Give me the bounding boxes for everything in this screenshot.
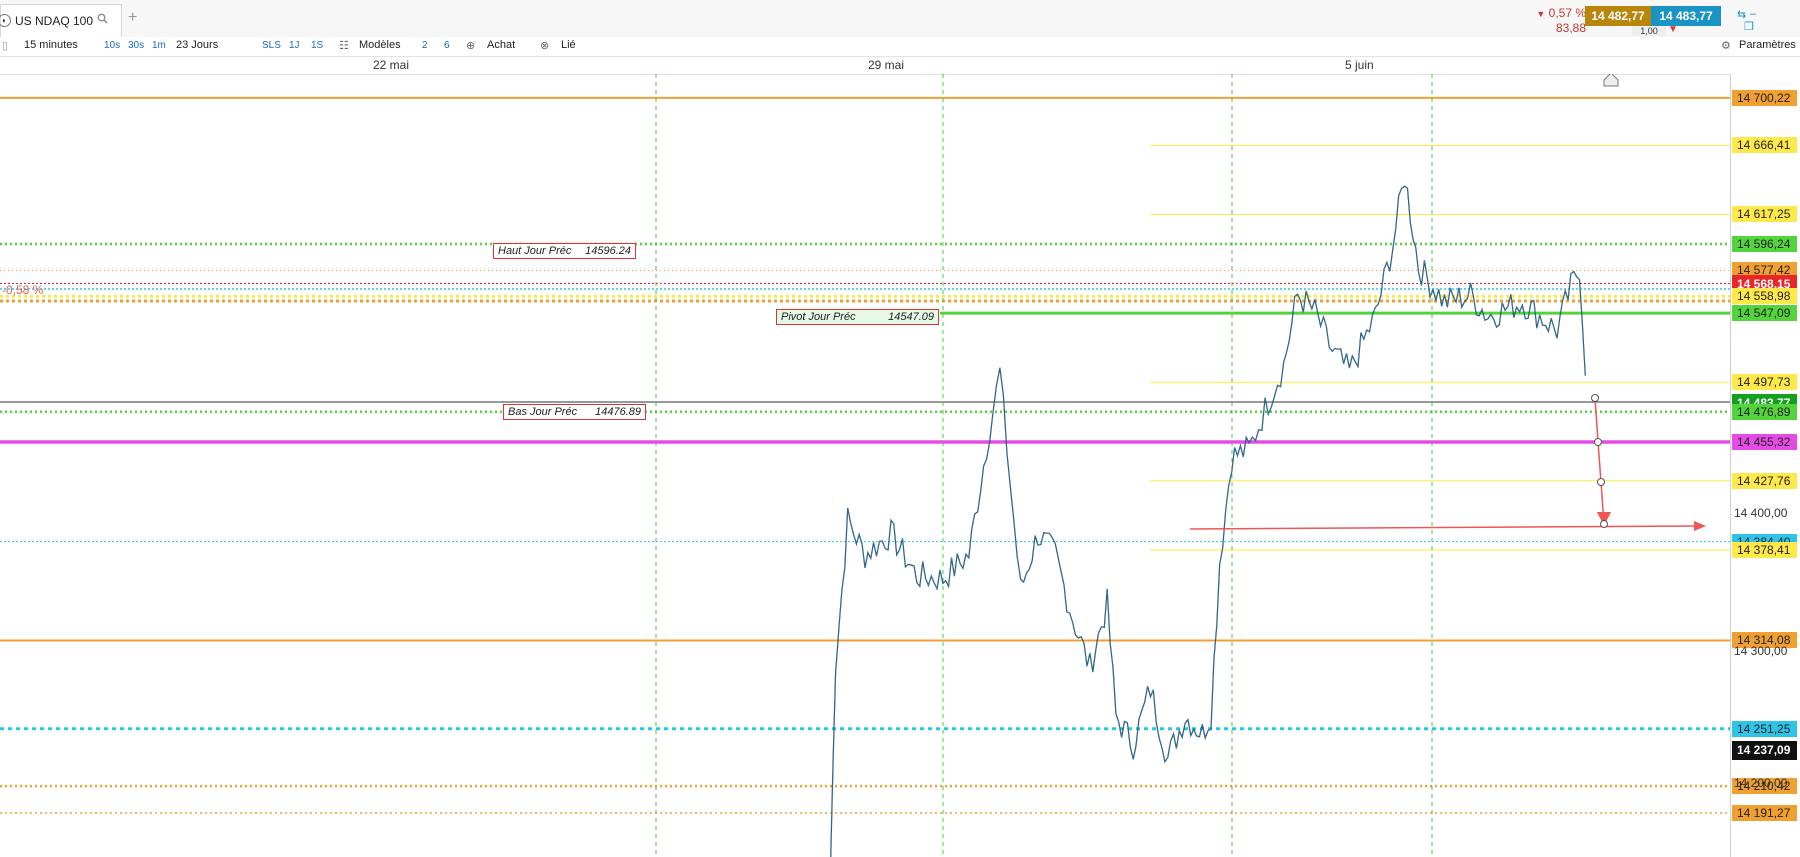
add-tab-icon[interactable]: +	[128, 9, 137, 27]
settings-icon[interactable]: ⚙	[1721, 39, 1731, 52]
price-level-tag[interactable]: 14 617,25	[1732, 206, 1797, 223]
tf-30s-button[interactable]: 30s	[128, 40, 144, 51]
drawing-segment	[1597, 441, 1602, 483]
instrument-tab[interactable]: ◐ US NDAQ 100	[0, 4, 122, 38]
price-level-tag[interactable]: 14 596,24	[1732, 236, 1797, 252]
change-points: 83,88	[1555, 21, 1586, 35]
tf-1j-button[interactable]: 1J	[289, 40, 300, 51]
date-label: 5 juin	[1345, 58, 1374, 72]
layout-6-button[interactable]: 6	[444, 40, 450, 51]
drawing-handle	[1600, 520, 1608, 528]
arrow-head-icon	[1694, 521, 1706, 531]
cart-icon[interactable]: ⊕	[466, 39, 475, 52]
link-button[interactable]: Lié	[561, 39, 576, 51]
date-label: 29 mai	[868, 58, 905, 72]
price-line-highlight	[830, 185, 1586, 857]
price-level-tag[interactable]: 14 497,73	[1732, 374, 1797, 391]
prev-low-label: Bas Jour Préc	[508, 406, 578, 418]
price-level-tag[interactable]: 14 237,09	[1732, 740, 1797, 760]
date-label: 22 mai	[373, 58, 410, 72]
chart-canvas[interactable]	[0, 74, 1730, 857]
change-display: ▼ 0,57 % 83,88	[1530, 6, 1586, 35]
home-marker-icon	[1603, 74, 1619, 87]
drawing-segment	[1594, 397, 1599, 443]
spread-down-icon: ▼	[1668, 24, 1678, 35]
spread-value: 1,00	[1632, 26, 1666, 36]
buy-price-button[interactable]: 14 483,77	[1651, 6, 1721, 26]
prev-pivot-label: Pivot Jour Préc	[781, 311, 856, 323]
tf-1s-button[interactable]: 1S	[311, 40, 323, 51]
price-level-tag[interactable]: 14 251,25	[1732, 720, 1797, 737]
price-level-tag[interactable]: 14 700,22	[1732, 89, 1797, 106]
price-axis[interactable]	[1730, 74, 1800, 857]
minimize-icon[interactable]: –	[1750, 8, 1756, 20]
axis-tick-label: 14 300,00	[1734, 644, 1788, 658]
instrument-logo-icon: ◐	[0, 14, 11, 27]
drawing-handle	[1591, 394, 1599, 402]
models-icon[interactable]: ☷	[339, 39, 349, 52]
period-select[interactable]: 23 Jours	[176, 39, 218, 51]
price-level-tag[interactable]: 14 455,32	[1732, 434, 1797, 450]
instrument-title: US NDAQ 100	[15, 14, 94, 28]
axis-tick-label: 14 200,00	[1734, 776, 1788, 790]
top-bar: ◐ US NDAQ 100 + ▼ 0,57 % 83,88 14 482,77…	[0, 0, 1800, 38]
change-percent: 0,57 %	[1548, 6, 1586, 20]
tf-10s-button[interactable]: 10s	[104, 40, 120, 51]
prev-pivot-value: 14547.09	[888, 311, 934, 323]
price-line	[830, 185, 1586, 857]
drawing-handle	[1594, 438, 1602, 446]
prev-high-tag[interactable]: Haut Jour Préc 14596.24	[493, 243, 636, 259]
settings-button[interactable]: Paramètres	[1739, 39, 1796, 51]
percent-change-label: -0,58 %	[2, 283, 44, 297]
price-level-tag[interactable]: 14 378,41	[1732, 542, 1797, 559]
prev-low-value: 14476.89	[595, 406, 641, 418]
prev-low-tag[interactable]: Bas Jour Préc 14476.89	[503, 404, 646, 420]
axis-tick-label: 14 400,00	[1734, 506, 1788, 520]
price-level-tag[interactable]: 14 558,98	[1732, 288, 1797, 305]
prev-high-label: Haut Jour Préc	[498, 245, 572, 257]
chart-area[interactable]	[0, 74, 1730, 857]
arrow-horizontal	[1189, 525, 1701, 530]
sell-price-button[interactable]: 14 482,77	[1585, 6, 1651, 26]
interval-select[interactable]: 15 minutes	[24, 39, 78, 51]
prev-high-value: 14596.24	[585, 245, 631, 257]
restore-icon[interactable]: ❐	[1744, 20, 1754, 33]
buy-button[interactable]: Achat	[487, 39, 515, 51]
down-triangle-icon: ▼	[1536, 9, 1546, 19]
link-icon[interactable]: ⊗	[540, 39, 549, 52]
drawing-handle	[1597, 478, 1605, 486]
price-level-tag[interactable]: 14 476,89	[1732, 403, 1797, 420]
layout-2-button[interactable]: 2	[422, 40, 428, 51]
price-level-tag[interactable]: 14 547,09	[1732, 305, 1797, 322]
prev-pivot-tag[interactable]: Pivot Jour Préc 14547.09	[776, 309, 939, 325]
chart-type-icon[interactable]: ▯	[2, 39, 8, 52]
price-level-tag[interactable]: 14 427,76	[1732, 472, 1797, 489]
search-icon[interactable]	[97, 13, 108, 24]
price-level-tag[interactable]: 14 666,41	[1732, 137, 1797, 154]
price-level-tag[interactable]: 14 191,27	[1732, 804, 1797, 821]
models-button[interactable]: Modèles	[359, 39, 401, 51]
tf-1m-button[interactable]: 1m	[152, 40, 166, 51]
sls-button[interactable]: SLS	[262, 40, 281, 51]
